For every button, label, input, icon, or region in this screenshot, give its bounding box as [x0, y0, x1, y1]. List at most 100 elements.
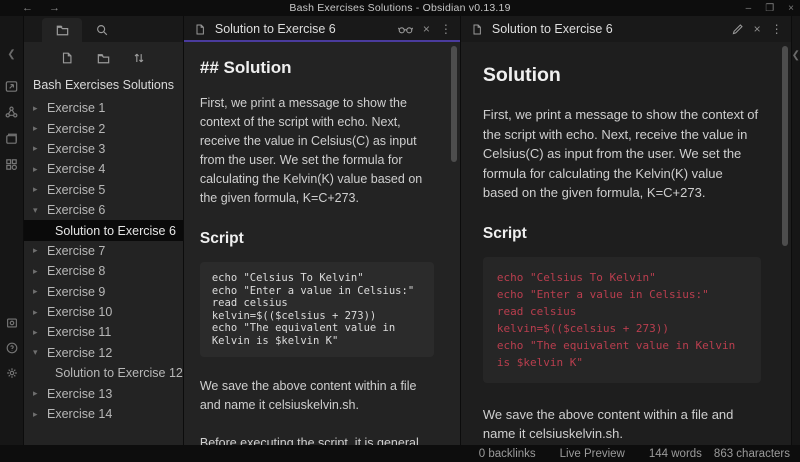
tree-item-label: Exercise 2	[47, 122, 105, 136]
tree-item-exercise-1[interactable]: ▸Exercise 1	[24, 98, 183, 118]
history-back-icon[interactable]: ←	[22, 2, 33, 14]
settings-gear-icon[interactable]	[0, 361, 24, 385]
expand-arrow-icon[interactable]: ▾	[33, 347, 47, 358]
status-bar: 0 backlinks Live Preview 144 words 863 c…	[0, 445, 800, 462]
preview-pane-header: Solution to Exercise 6 × ⋮	[461, 16, 791, 42]
tree-item-label: Solution to Exercise 12	[55, 366, 183, 380]
tree-item-label: Solution to Exercise 6	[55, 224, 176, 238]
window-title: Bash Exercises Solutions - Obsidian v0.1…	[0, 2, 800, 14]
collapse-arrow-icon[interactable]: ▸	[33, 103, 47, 114]
tree-item-exercise-3[interactable]: ▸Exercise 3	[24, 139, 183, 159]
collapse-left-sidebar-icon[interactable]: ❮	[0, 42, 24, 66]
command-palette-icon[interactable]	[0, 152, 24, 176]
quick-switcher-icon[interactable]	[0, 74, 24, 98]
graph-view-icon[interactable]	[0, 100, 24, 124]
collapse-arrow-icon[interactable]: ▸	[33, 184, 47, 195]
preview-scrollbar[interactable]	[782, 46, 788, 246]
editor-content[interactable]: ## Solution First, we print a message to…	[184, 42, 460, 445]
preview-heading-solution: Solution	[483, 64, 761, 87]
tab-file-explorer[interactable]	[42, 18, 82, 42]
collapse-arrow-icon[interactable]: ▸	[33, 409, 47, 420]
tree-item-exercise-9[interactable]: ▸Exercise 9	[24, 282, 183, 302]
tab-search[interactable]	[82, 18, 122, 42]
close-pane-icon[interactable]: ×	[754, 22, 761, 36]
tree-item-exercise-2[interactable]: ▸Exercise 2	[24, 118, 183, 138]
preview-content[interactable]: Solution First, we print a message to sh…	[461, 42, 791, 445]
editor-tab-title[interactable]: Solution to Exercise 6	[215, 22, 398, 36]
preview-heading-script: Script	[483, 225, 761, 243]
tree-item-solution-12[interactable]: Solution to Exercise 12	[24, 363, 183, 383]
preview-paragraph-1: First, we print a message to show the co…	[483, 105, 761, 203]
help-icon[interactable]	[0, 336, 24, 360]
tree-item-exercise-8[interactable]: ▸Exercise 8	[24, 261, 183, 281]
obsidian-window: ← → Bash Exercises Solutions - Obsidian …	[0, 0, 800, 462]
editor-mode-indicator[interactable]: Live Preview	[560, 448, 625, 460]
tree-item-exercise-5[interactable]: ▸Exercise 5	[24, 180, 183, 200]
tree-item-label: Exercise 7	[47, 244, 105, 258]
tree-item-exercise-13[interactable]: ▸Exercise 13	[24, 383, 183, 403]
tree-item-exercise-11[interactable]: ▸Exercise 11	[24, 322, 183, 342]
sidebar-tab-strip	[24, 16, 183, 42]
minimize-button[interactable]: –	[746, 3, 752, 14]
toggle-preview-glasses-icon[interactable]	[398, 24, 413, 35]
tree-item-label: Exercise 5	[47, 183, 105, 197]
vault-title[interactable]: Bash Exercises Solutions	[24, 74, 183, 98]
word-count: 144 words	[649, 448, 702, 460]
preview-tab-title[interactable]: Solution to Exercise 6	[492, 22, 731, 36]
maximize-button[interactable]: ❐	[765, 3, 774, 14]
preview-code-block: echo "Celsius To Kelvin" echo "Enter a v…	[483, 257, 761, 383]
tree-item-label: Exercise 9	[47, 285, 105, 299]
collapse-arrow-icon[interactable]: ▸	[33, 245, 47, 256]
tree-item-exercise-7[interactable]: ▸Exercise 7	[24, 241, 183, 261]
tree-item-solution-6[interactable]: Solution to Exercise 6	[24, 220, 183, 240]
collapse-arrow-icon[interactable]: ▸	[33, 388, 47, 399]
new-folder-icon[interactable]	[92, 47, 114, 69]
tree-item-label: Exercise 4	[47, 162, 105, 176]
sort-order-icon[interactable]	[128, 47, 150, 69]
vault-switcher-icon[interactable]	[0, 311, 24, 335]
collapse-arrow-icon[interactable]: ▸	[33, 143, 47, 154]
titlebar: ← → Bash Exercises Solutions - Obsidian …	[0, 0, 800, 16]
editor-heading-script: Script	[200, 230, 434, 248]
explorer-toolbar	[24, 42, 183, 74]
history-forward-icon[interactable]: →	[49, 2, 60, 14]
collapse-arrow-icon[interactable]: ▸	[33, 266, 47, 277]
backlinks-count[interactable]: 0 backlinks	[479, 448, 536, 460]
right-ribbon: ❮	[791, 16, 800, 445]
tree-item-label: Exercise 8	[47, 264, 105, 278]
expand-arrow-icon[interactable]: ▾	[33, 205, 47, 216]
document-icon	[471, 23, 483, 36]
document-icon	[194, 23, 206, 36]
toggle-edit-pencil-icon[interactable]	[731, 23, 744, 36]
editor-scrollbar[interactable]	[451, 46, 457, 162]
more-options-icon[interactable]: ⋮	[771, 22, 783, 36]
tree-item-label: Exercise 14	[47, 407, 112, 421]
new-note-icon[interactable]	[56, 47, 78, 69]
tree-item-label: Exercise 1	[47, 101, 105, 115]
tree-item-exercise-12[interactable]: ▾Exercise 12	[24, 343, 183, 363]
close-window-button[interactable]: ×	[788, 3, 794, 14]
editor-pane-header: Solution to Exercise 6 × ⋮	[184, 16, 460, 42]
editor-paragraph-2: We save the above content within a file …	[200, 377, 434, 415]
tree-item-exercise-4[interactable]: ▸Exercise 4	[24, 159, 183, 179]
more-options-icon[interactable]: ⋮	[440, 22, 452, 36]
tree-item-exercise-14[interactable]: ▸Exercise 14	[24, 404, 183, 424]
preview-paragraph-2: We save the above content within a file …	[483, 405, 761, 444]
collapse-arrow-icon[interactable]: ▸	[33, 123, 47, 134]
tree-item-label: Exercise 6	[47, 203, 105, 217]
tree-item-exercise-6[interactable]: ▾Exercise 6	[24, 200, 183, 220]
close-pane-icon[interactable]: ×	[423, 22, 430, 36]
collapse-arrow-icon[interactable]: ▸	[33, 327, 47, 338]
collapse-arrow-icon[interactable]: ▸	[33, 307, 47, 318]
preview-pane: Solution to Exercise 6 × ⋮ Solution Firs…	[461, 16, 791, 445]
collapse-arrow-icon[interactable]: ▸	[33, 286, 47, 297]
expand-right-sidebar-icon[interactable]: ❮	[792, 50, 800, 445]
collapse-arrow-icon[interactable]: ▸	[33, 164, 47, 175]
character-count: 863 characters	[714, 448, 790, 460]
tree-item-exercise-10[interactable]: ▸Exercise 10	[24, 302, 183, 322]
editor-pane: Solution to Exercise 6 × ⋮ ## Solution F…	[184, 16, 461, 445]
tree-item-label: Exercise 10	[47, 305, 112, 319]
tree-item-label: Exercise 13	[47, 387, 112, 401]
daily-note-icon[interactable]	[0, 126, 24, 150]
editor-paragraph-1: First, we print a message to show the co…	[200, 94, 434, 208]
